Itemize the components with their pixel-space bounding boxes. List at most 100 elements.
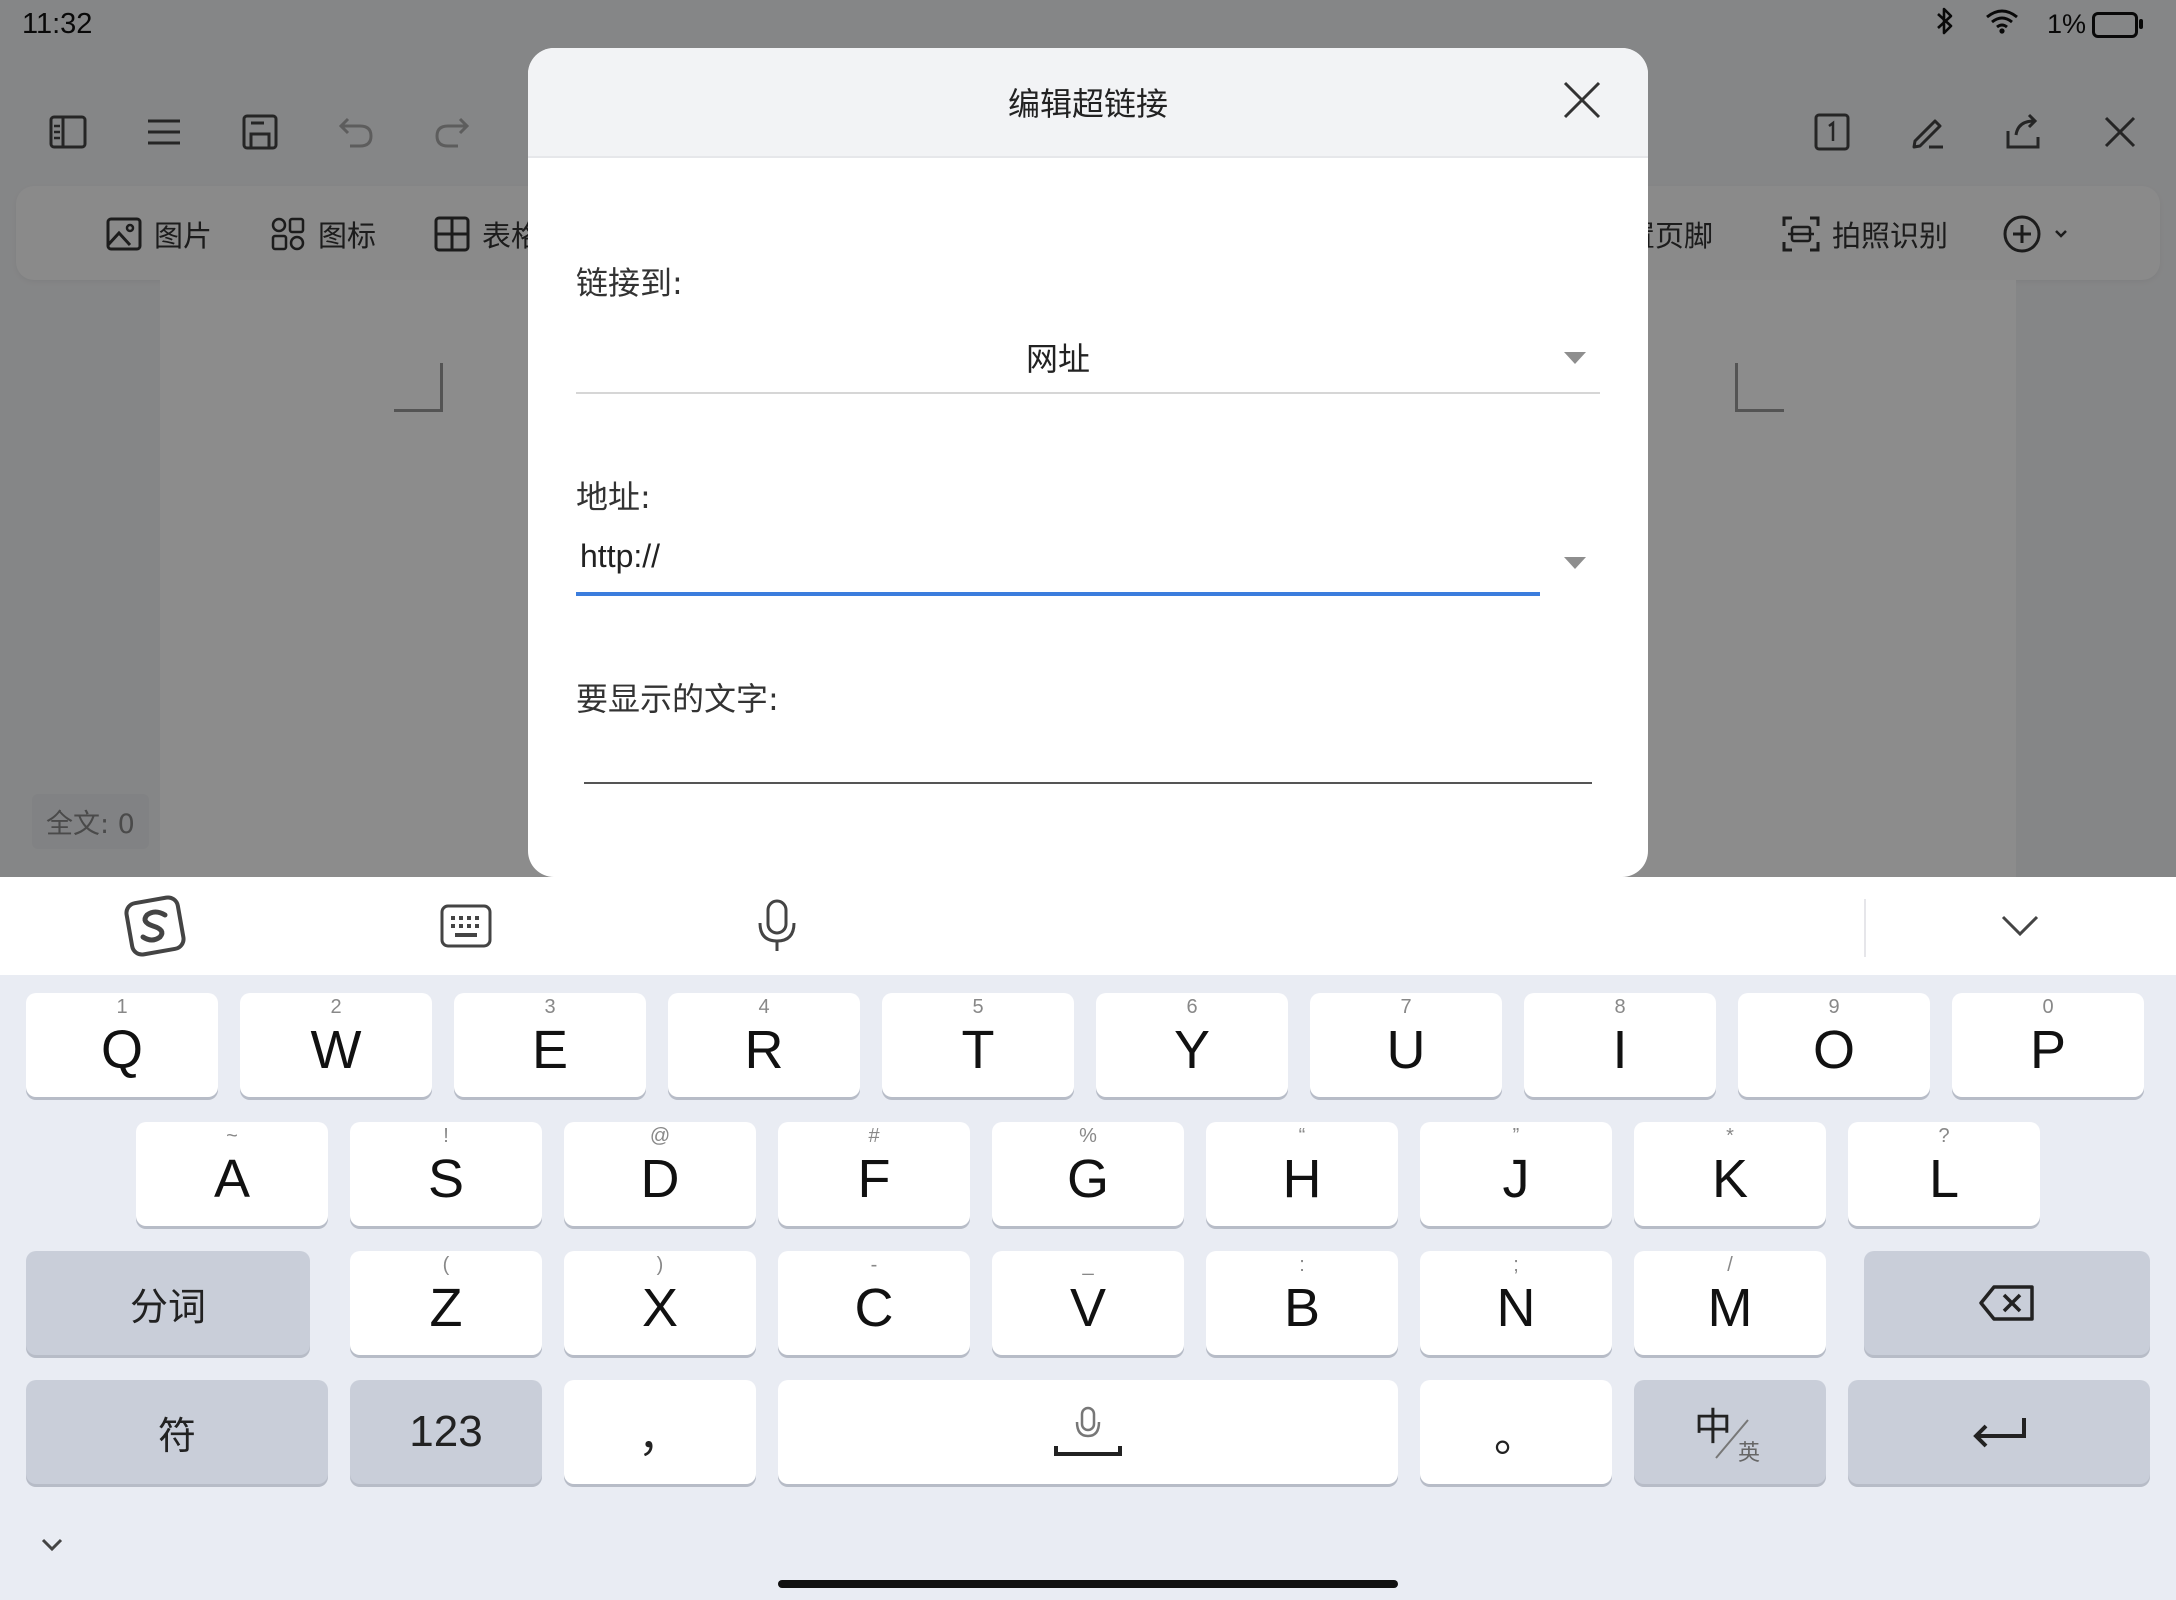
key-v[interactable]: _ V [992, 1251, 1184, 1355]
link-to-label: 链接到: [576, 264, 683, 302]
key-g[interactable]: % G [992, 1122, 1184, 1226]
key-label: 分词 [129, 1284, 206, 1329]
key-i[interactable]: 8I [1524, 993, 1716, 1097]
key-w[interactable]: 2W [240, 993, 432, 1097]
address-label: 地址: [576, 478, 651, 516]
key-label: D [640, 1149, 680, 1209]
display-text-label: 要显示的文字: [576, 680, 779, 718]
edit-hyperlink-dialog: 编辑超链接 链接到: 网址 地址: http:// 要显示的文字: [528, 48, 1648, 877]
key-t[interactable]: 5T [882, 993, 1074, 1097]
key-label: A [213, 1149, 251, 1209]
period-key[interactable]: 。 [1420, 1380, 1612, 1484]
key-sub: % [1079, 1125, 1097, 1147]
voice-input-icon[interactable] [742, 891, 812, 961]
key-sub: ~ [226, 1125, 238, 1147]
key-sub: 7 [1400, 996, 1412, 1018]
key-label: T [961, 1020, 995, 1080]
key-label: 符 [157, 1413, 196, 1458]
link-type-value: 网址 [1025, 340, 1090, 378]
key-o[interactable]: 9O [1738, 993, 1930, 1097]
key-b[interactable]: :B [1206, 1251, 1398, 1355]
key-label: 123 [409, 1407, 483, 1456]
key-q[interactable]: 1Q [26, 993, 218, 1097]
key-label: X [641, 1278, 679, 1338]
numbers-key[interactable]: 123 [350, 1380, 542, 1484]
key-r[interactable]: 4R [668, 993, 860, 1097]
key-label: K [1711, 1149, 1749, 1209]
key-sub: 8 [1614, 996, 1626, 1018]
keyboard-switch-icon[interactable] [431, 891, 501, 961]
key-sub: : [1299, 1254, 1305, 1276]
key-d[interactable]: @ D [564, 1122, 756, 1226]
key-a[interactable]: ~ A [136, 1122, 328, 1226]
key-label: L [1928, 1149, 1960, 1209]
key-label: G [1066, 1149, 1109, 1209]
key-k[interactable]: * K [1634, 1122, 1826, 1226]
keyboard-toolbar [0, 877, 2176, 975]
key-y[interactable]: 6Y [1096, 993, 1288, 1097]
key-p[interactable]: 0P [1952, 993, 2144, 1097]
key-label: N [1496, 1278, 1536, 1338]
close-icon[interactable] [1560, 78, 1604, 122]
key-sub: ? [1938, 1125, 1950, 1147]
key-label: F [857, 1149, 891, 1209]
key-label: S [427, 1149, 465, 1209]
key-label: C [854, 1278, 894, 1338]
dropdown-caret-icon [1564, 352, 1586, 364]
key-label: 。 [1494, 1411, 1538, 1462]
key-z[interactable]: (Z [350, 1251, 542, 1355]
language-switch-key[interactable]: 中 英 [1634, 1380, 1826, 1484]
key-label: I [1612, 1020, 1628, 1080]
key-label: ， [638, 1411, 682, 1462]
key-label: Y [1173, 1020, 1211, 1080]
return-icon [1973, 1418, 2026, 1448]
key-x[interactable]: ) X [564, 1251, 756, 1355]
segment-key[interactable]: 分词 [26, 1251, 310, 1355]
key-label: P [2029, 1020, 2067, 1080]
comma-key[interactable]: ， [564, 1380, 756, 1484]
key-sub: @ [649, 1125, 671, 1147]
key-label: R [744, 1020, 784, 1080]
backspace-key[interactable] [1864, 1251, 2150, 1355]
slash-divider [1715, 1419, 1749, 1459]
address-history-dropdown-icon[interactable] [1564, 557, 1586, 569]
key-label: V [1069, 1278, 1107, 1338]
enter-key[interactable] [1848, 1380, 2150, 1484]
key-c[interactable]: -C [778, 1251, 970, 1355]
keyboard-collapse-icon[interactable] [40, 1537, 64, 1557]
key-label: M [1707, 1278, 1753, 1338]
key-sub: # [868, 1125, 880, 1147]
key-sub: _ [1082, 1254, 1094, 1276]
key-label: E [531, 1020, 569, 1080]
key-label: W [310, 1020, 362, 1080]
dialog-header: 编辑超链接 [528, 48, 1648, 158]
key-e[interactable]: 3E [454, 993, 646, 1097]
toolbar-divider [1864, 899, 1866, 957]
key-j[interactable]: ” J [1420, 1122, 1612, 1226]
key-sub: 4 [758, 996, 770, 1018]
address-input-underline-focused [576, 592, 1540, 596]
key-f[interactable]: # F [778, 1122, 970, 1226]
key-sub: 5 [972, 996, 984, 1018]
space-key[interactable] [778, 1380, 1398, 1484]
key-u[interactable]: 7U [1310, 993, 1502, 1097]
key-label: J [1502, 1149, 1530, 1209]
key-m[interactable]: / M [1634, 1251, 1826, 1355]
key-sub: 9 [1828, 996, 1840, 1018]
key-s[interactable]: ! S [350, 1122, 542, 1226]
key-sub: ! [443, 1125, 449, 1147]
backspace-icon [1979, 1285, 2034, 1321]
key-h[interactable]: “H [1206, 1122, 1398, 1226]
key-l[interactable]: ? L [1848, 1122, 2040, 1226]
key-sub: “ [1298, 1125, 1306, 1147]
sogou-logo-icon[interactable] [120, 891, 190, 961]
home-indicator[interactable] [778, 1580, 1398, 1588]
hide-keyboard-icon[interactable] [1985, 891, 2055, 961]
key-sub: - [870, 1254, 878, 1276]
key-label: Z [429, 1278, 463, 1338]
wps-writer-app: 11:32 1% 图片 图标 表格 置页脚 拍照识别 全文: 0 编辑超链接 链… [0, 0, 2176, 877]
key-sub: ; [1513, 1254, 1519, 1276]
key-n[interactable]: ; N [1420, 1251, 1612, 1355]
symbols-key[interactable]: 符 [26, 1380, 328, 1484]
key-sub: 6 [1186, 996, 1198, 1018]
